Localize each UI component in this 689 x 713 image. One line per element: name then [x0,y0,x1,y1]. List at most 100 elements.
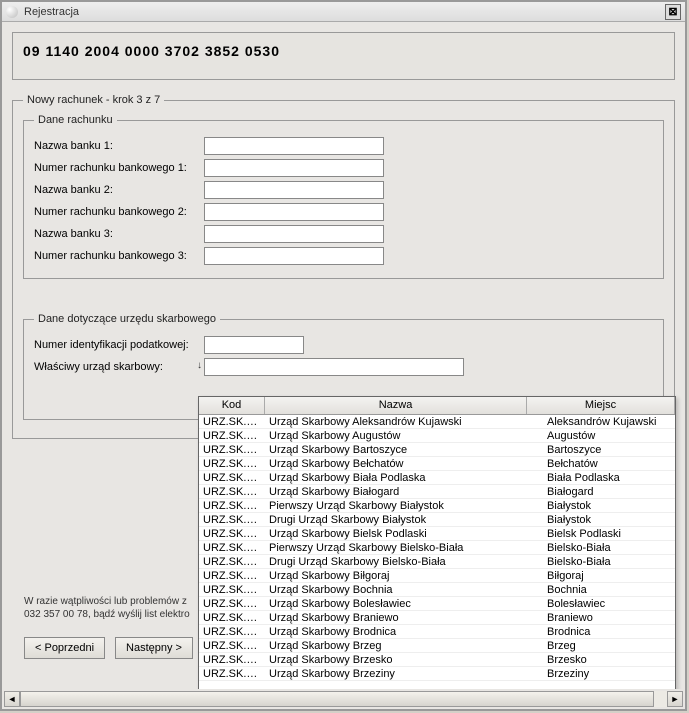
cell-nazwa: Pierwszy Urząd Skarbowy Białystok [265,499,543,512]
bank3-input[interactable] [204,225,384,243]
close-button[interactable]: ⊠ [665,4,681,20]
nav-buttons: < Poprzedni Następny > [24,637,193,659]
cell-nazwa: Urząd Skarbowy Aleksandrów Kujawski [265,415,543,428]
column-header-kod[interactable]: Kod [199,397,265,414]
window-horizontal-scrollbar[interactable]: ◄ ► [4,691,683,707]
acct1-input[interactable] [204,159,384,177]
cell-miejsc: Aleksandrów Kujawski [543,415,675,428]
cell-kod: URZ.SK.011 [199,541,265,554]
bank-data-legend: Dane rachunku [34,114,117,126]
cell-kod: URZ.SK.009 [199,513,265,526]
cell-miejsc: Białystok [543,513,675,526]
cell-nazwa: Drugi Urząd Skarbowy Białystok [265,513,543,526]
cell-miejsc: Bochnia [543,583,675,596]
table-row[interactable]: URZ.SK.019Urząd Skarbowy BrzeskoBrzesko [199,653,675,667]
bank2-input[interactable] [204,181,384,199]
help-text: W razie wątpliwości lub problemów z 032 … [24,595,190,621]
table-row[interactable]: URZ.SK.003Urząd Skarbowy BartoszyceBarto… [199,443,675,457]
cell-miejsc: Bielsk Podlaski [543,527,675,540]
cell-kod: URZ.SK.015 [199,597,265,610]
grid-header: Kod Nazwa Miejsc [199,397,675,415]
cell-miejsc: Białystok [543,499,675,512]
cell-miejsc: Augustów [543,429,675,442]
cell-nazwa: Urząd Skarbowy Augustów [265,429,543,442]
cell-nazwa: Urząd Skarbowy Bartoszyce [265,443,543,456]
acct3-label: Numer rachunku bankowego 3: [34,250,204,262]
cell-miejsc: Bielsko-Biała [543,541,675,554]
window-scroll-left-icon[interactable]: ◄ [4,691,20,707]
nip-input[interactable] [204,336,304,354]
cell-kod: URZ.SK.010 [199,527,265,540]
cell-nazwa: Urząd Skarbowy Biała Podlaska [265,471,543,484]
urz-label: Właściwy urząd skarbowy: [34,361,204,373]
cell-kod: URZ.SK.005 [199,471,265,484]
cell-miejsc: Bolesławiec [543,597,675,610]
window-scroll-right-icon[interactable]: ► [667,691,683,707]
table-row[interactable]: URZ.SK.002Urząd Skarbowy AugustówAugustó… [199,429,675,443]
tax-office-dropdown: Kod Nazwa Miejsc URZ.SK.001Urząd Skarbow… [198,396,676,689]
window-scroll-track[interactable] [20,691,667,707]
nip-label: Numer identyfikacji podatkowej: [34,339,204,351]
cell-kod: URZ.SK.019 [199,653,265,666]
acct1-label: Numer rachunku bankowego 1: [34,162,204,174]
bank1-input[interactable] [204,137,384,155]
cell-kod: URZ.SK.020 [199,667,265,680]
cell-nazwa: Pierwszy Urząd Skarbowy Bielsko-Biała [265,541,543,554]
grid-body[interactable]: URZ.SK.001Urząd Skarbowy Aleksandrów Kuj… [199,415,675,689]
tax-legend: Dane dotyczące urzędu skarbowego [34,313,220,325]
column-header-miejsc[interactable]: Miejsc [527,397,675,414]
table-row[interactable]: URZ.SK.009Drugi Urząd Skarbowy Białystok… [199,513,675,527]
cell-miejsc: Bartoszyce [543,443,675,456]
cell-miejsc: Braniewo [543,611,675,624]
cell-nazwa: Urząd Skarbowy Braniewo [265,611,543,624]
bank-data-fieldset: Dane rachunku Nazwa banku 1: Numer rachu… [23,114,664,279]
urz-input[interactable] [204,358,464,376]
cell-kod: URZ.SK.017 [199,625,265,638]
cell-miejsc: Brodnica [543,625,675,638]
window-scroll-thumb[interactable] [20,691,654,707]
table-row[interactable]: URZ.SK.016Urząd Skarbowy BraniewoBraniew… [199,611,675,625]
table-row[interactable]: URZ.SK.005Urząd Skarbowy Biała PodlaskaB… [199,471,675,485]
acct2-input[interactable] [204,203,384,221]
bank2-label: Nazwa banku 2: [34,184,204,196]
table-row[interactable]: URZ.SK.012Drugi Urząd Skarbowy Bielsko-B… [199,555,675,569]
acct3-input[interactable] [204,247,384,265]
table-row[interactable]: URZ.SK.013Urząd Skarbowy BiłgorajBiłgora… [199,569,675,583]
table-row[interactable]: URZ.SK.014Urząd Skarbowy BochniaBochnia [199,583,675,597]
cell-kod: URZ.SK.014 [199,583,265,596]
cell-kod: URZ.SK.008 [199,499,265,512]
table-row[interactable]: URZ.SK.001Urząd Skarbowy Aleksandrów Kuj… [199,415,675,429]
registration-window: Rejestracja ⊠ 09 1140 2004 0000 3702 385… [0,0,687,711]
cell-miejsc: Brzesko [543,653,675,666]
table-row[interactable]: URZ.SK.018Urząd Skarbowy BrzegBrzeg [199,639,675,653]
table-row[interactable]: URZ.SK.004Urząd Skarbowy BełchatówBełcha… [199,457,675,471]
help-line1: W razie wątpliwości lub problemów z [24,596,187,607]
window-title: Rejestracja [24,6,665,18]
cell-nazwa: Urząd Skarbowy Brzeg [265,639,543,652]
cell-miejsc: Bielsko-Biała [543,555,675,568]
cell-nazwa: Urząd Skarbowy Biłgoraj [265,569,543,582]
table-row[interactable]: URZ.SK.008Pierwszy Urząd Skarbowy Białys… [199,499,675,513]
column-header-nazwa[interactable]: Nazwa [265,397,527,414]
table-row[interactable]: URZ.SK.015Urząd Skarbowy BolesławiecBole… [199,597,675,611]
next-button[interactable]: Następny > [115,637,193,659]
table-row[interactable]: URZ.SK.020Urząd Skarbowy BrzezinyBrzezin… [199,667,675,681]
table-row[interactable]: URZ.SK.011Pierwszy Urząd Skarbowy Bielsk… [199,541,675,555]
cell-nazwa: Urząd Skarbowy Brzesko [265,653,543,666]
previous-button[interactable]: < Poprzedni [24,637,105,659]
table-row[interactable]: URZ.SK.017Urząd Skarbowy BrodnicaBrodnic… [199,625,675,639]
cell-miejsc: Bełchatów [543,457,675,470]
cell-kod: URZ.SK.001 [199,415,265,428]
cell-miejsc: Biała Podlaska [543,471,675,484]
table-row[interactable]: URZ.SK.010Urząd Skarbowy Bielsk Podlaski… [199,527,675,541]
cell-kod: URZ.SK.003 [199,443,265,456]
cell-miejsc: Białogard [543,485,675,498]
dropdown-arrow-icon: ↓ [197,360,202,371]
cell-miejsc: Brzeg [543,639,675,652]
cell-kod: URZ.SK.007 [199,485,265,498]
cell-nazwa: Urząd Skarbowy Białogard [265,485,543,498]
table-row[interactable]: URZ.SK.007Urząd Skarbowy BiałogardBiałog… [199,485,675,499]
bank1-label: Nazwa banku 1: [34,140,204,152]
titlebar: Rejestracja ⊠ [2,2,685,22]
cell-nazwa: Urząd Skarbowy Bolesławiec [265,597,543,610]
